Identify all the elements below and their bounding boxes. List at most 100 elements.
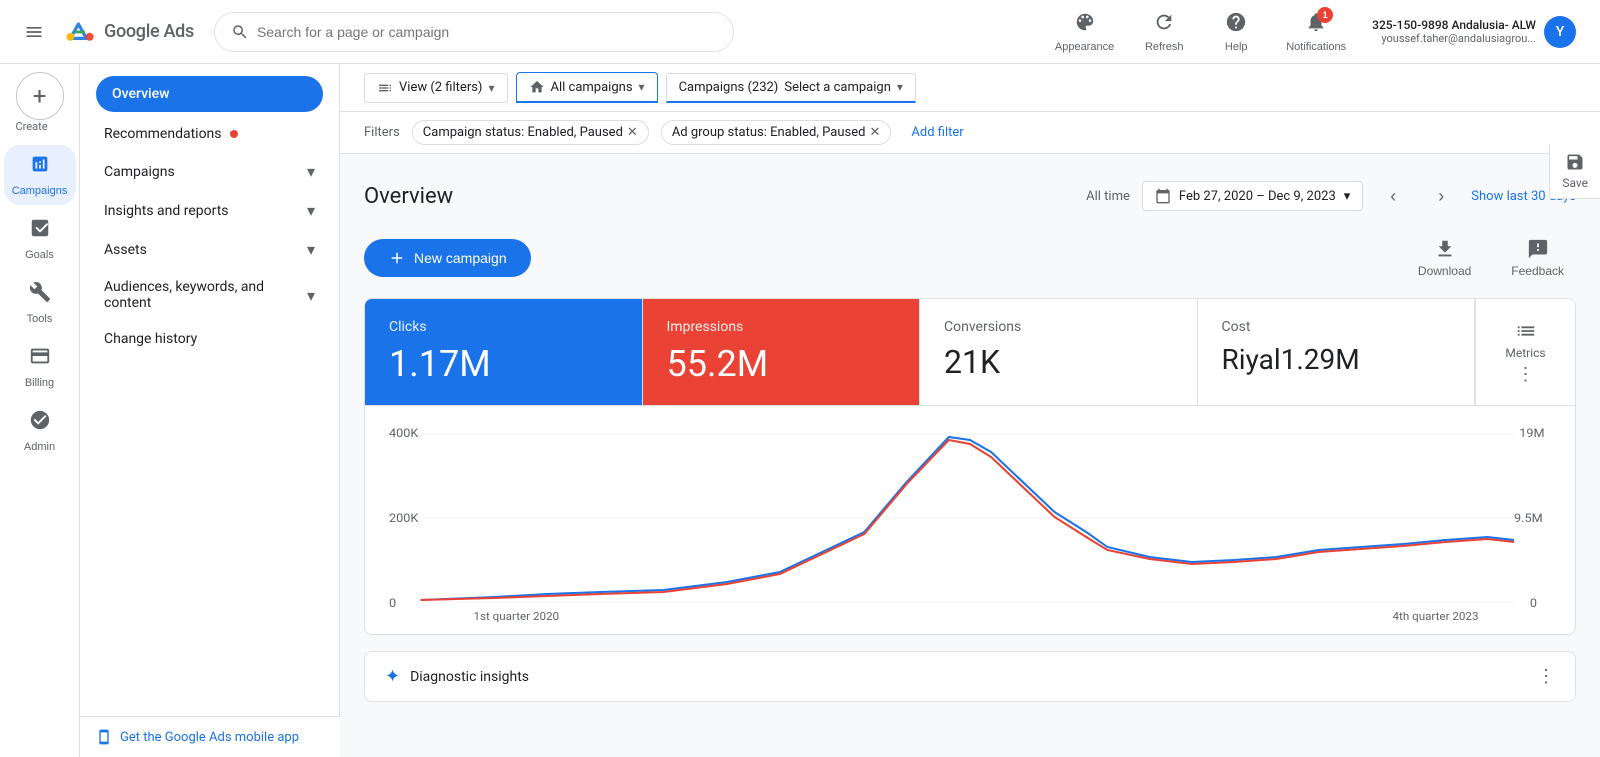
create-button[interactable]: + — [16, 72, 64, 120]
campaigns-nav-label: Campaigns — [104, 164, 175, 180]
google-ads-logo — [64, 16, 96, 48]
sidebar-item-tools[interactable]: Tools — [4, 273, 76, 333]
audiences-arrow-icon: ▾ — [307, 286, 315, 305]
tools-icon — [29, 281, 51, 309]
nav-item-recommendations[interactable]: Recommendations — [80, 116, 339, 152]
x-label-q4-2023: 4th quarter 2023 — [1393, 610, 1479, 622]
recommendations-dot — [230, 130, 238, 138]
view-label: View (2 filters) — [399, 80, 482, 95]
notifications-button[interactable]: 1 Notifications — [1276, 7, 1356, 57]
sidebar-admin-label: Admin — [24, 441, 55, 453]
account-info[interactable]: 325-150-9898 Andalusia- ALW youssef.tahe… — [1364, 12, 1584, 52]
appearance-label: Appearance — [1055, 41, 1114, 53]
search-input[interactable] — [257, 24, 717, 40]
app-title: Google Ads — [104, 21, 194, 42]
insights-nav-label: Insights and reports — [104, 203, 229, 219]
nav-item-audiences[interactable]: Audiences, keywords, and content ▾ — [80, 269, 339, 321]
nav-right-area: Appearance Refresh Help 1 — [1045, 7, 1584, 57]
expanded-nav: Overview Recommendations Campaigns ▾ Ins… — [80, 64, 340, 757]
refresh-button[interactable]: Refresh — [1132, 7, 1196, 57]
campaigns-count-dropdown[interactable]: Campaigns (232) Select a campaign ▾ — [666, 73, 916, 103]
impressions-label: Impressions — [667, 319, 896, 335]
diagnostic-left: ✦ Diagnostic insights — [385, 666, 529, 687]
diagnostic-more-button[interactable]: ⋮ — [1537, 666, 1555, 687]
filters-label: Filters — [364, 125, 400, 140]
metrics-more-panel: Metrics ⋮ — [1475, 299, 1575, 405]
metrics-container: Clicks 1.17M Impressions 55.2M Conversio… — [364, 298, 1576, 406]
appearance-button[interactable]: Appearance — [1045, 7, 1124, 57]
filter-bar: View (2 filters) ▾ All campaigns ▾ Campa… — [340, 64, 1600, 112]
feedback-button[interactable]: Feedback — [1499, 234, 1576, 282]
sidebar-item-billing[interactable]: Billing — [4, 337, 76, 397]
assets-nav-label: Assets — [104, 242, 147, 258]
campaigns-icon — [29, 153, 51, 181]
download-button[interactable]: Download — [1406, 234, 1483, 282]
action-buttons: Download Feedback — [1406, 234, 1576, 282]
view-dropdown[interactable]: View (2 filters) ▾ — [364, 73, 508, 103]
nav-item-assets[interactable]: Assets ▾ — [80, 230, 339, 269]
clicks-metric-card: Clicks 1.17M — [365, 299, 643, 405]
sidebar-item-goals[interactable]: Goals — [4, 209, 76, 269]
ad-group-status-filter[interactable]: Ad group status: Enabled, Paused ✕ — [661, 120, 892, 145]
refresh-label: Refresh — [1145, 41, 1184, 53]
prev-period-button[interactable]: ‹ — [1375, 178, 1411, 214]
sidebar-item-campaigns[interactable]: Campaigns — [4, 145, 76, 205]
calendar-icon — [1155, 188, 1171, 204]
main-content: View (2 filters) ▾ All campaigns ▾ Campa… — [340, 64, 1600, 757]
sidebar-item-admin[interactable]: Admin — [4, 401, 76, 461]
avatar: Y — [1544, 16, 1576, 48]
clicks-label: Clicks — [389, 319, 618, 335]
save-button[interactable]: Save — [1549, 144, 1600, 199]
account-email: youssef.taher@andalusiagrou... — [1372, 32, 1536, 45]
campaign-status-filter[interactable]: Campaign status: Enabled, Paused ✕ — [412, 120, 649, 145]
cost-metric-card: Cost Riyal1.29M — [1198, 299, 1476, 405]
overview-header: Overview All time Feb 27, 2020 – Dec 9, … — [364, 178, 1576, 214]
download-label: Download — [1418, 264, 1471, 278]
campaign-status-close-icon[interactable]: ✕ — [627, 125, 638, 140]
overview-chart: 400K 200K 0 19M 9.5M 0 1st quarter 2020 … — [389, 422, 1551, 622]
overview-title: Overview — [364, 184, 453, 209]
nav-overview-item[interactable]: Overview — [96, 76, 323, 112]
nav-section-main: Overview Recommendations Campaigns ▾ Ins… — [80, 76, 339, 357]
create-section: + Create — [16, 72, 64, 133]
hamburger-button[interactable] — [16, 14, 52, 50]
conversions-label: Conversions — [944, 319, 1173, 335]
logo-link[interactable]: Google Ads — [64, 16, 194, 48]
cost-value: Riyal1.29M — [1222, 343, 1451, 376]
conversions-value: 21K — [944, 343, 1173, 381]
nav-item-campaigns[interactable]: Campaigns ▾ — [80, 152, 339, 191]
date-range-picker[interactable]: Feb 27, 2020 – Dec 9, 2023 ▾ — [1142, 181, 1363, 211]
goals-icon — [29, 217, 51, 245]
help-button[interactable]: Help — [1204, 7, 1268, 57]
assets-arrow-icon: ▾ — [307, 240, 315, 259]
ad-group-status-close-icon[interactable]: ✕ — [869, 125, 880, 140]
feedback-icon — [1527, 238, 1549, 260]
create-label: Create — [16, 120, 64, 133]
date-range-chevron-icon: ▾ — [1344, 189, 1351, 204]
mobile-icon — [96, 729, 112, 745]
next-period-button[interactable]: › — [1423, 178, 1459, 214]
cost-label: Cost — [1222, 319, 1451, 335]
x-label-q1-2020: 1st quarter 2020 — [474, 610, 560, 622]
feedback-label: Feedback — [1511, 264, 1564, 278]
search-bar[interactable] — [214, 12, 734, 52]
insights-arrow-icon: ▾ — [307, 201, 315, 220]
nav-item-change-history[interactable]: Change history — [80, 321, 339, 357]
mobile-app-banner[interactable]: Get the Google Ads mobile app — [80, 716, 340, 757]
impressions-line — [421, 440, 1514, 600]
impressions-metric-card: Impressions 55.2M — [643, 299, 921, 405]
campaign-actions: New campaign Download Feedback — [364, 234, 1576, 282]
notifications-label: Notifications — [1286, 41, 1346, 53]
campaign-dropdown[interactable]: All campaigns ▾ — [516, 72, 658, 103]
campaigns-arrow-icon: ▾ — [307, 162, 315, 181]
add-filter-button[interactable]: Add filter — [903, 121, 971, 144]
nav-item-insights[interactable]: Insights and reports ▾ — [80, 191, 339, 230]
admin-icon — [29, 409, 51, 437]
sidebar-tools-label: Tools — [27, 313, 53, 325]
campaigns-chevron-icon: ▾ — [639, 80, 645, 94]
clicks-value: 1.17M — [389, 343, 618, 385]
metrics-more-button[interactable]: ⋮ — [1517, 364, 1535, 385]
new-campaign-button[interactable]: New campaign — [364, 239, 531, 277]
help-label: Help — [1225, 41, 1248, 53]
metrics-label: Metrics — [1505, 346, 1545, 360]
